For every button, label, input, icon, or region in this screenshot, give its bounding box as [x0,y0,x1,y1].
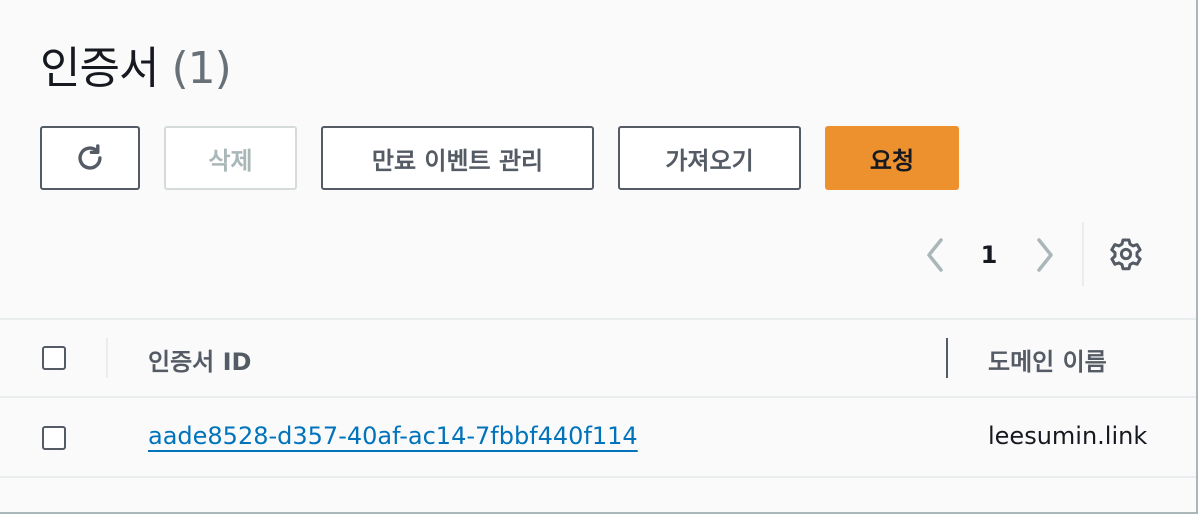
row-divider [0,396,1196,398]
column-separator [106,338,108,378]
table-header-row: 인증서 ID 도메인 이름 [0,320,1196,396]
page-title: 인증서 (1) [40,32,232,96]
column-resize-handle[interactable] [946,338,948,378]
column-header-domain-name[interactable]: 도메인 이름 [988,342,1107,377]
refresh-button[interactable] [40,126,140,190]
chevron-left-icon [920,232,950,278]
request-button[interactable]: 요청 [825,126,959,190]
previous-page-button[interactable] [920,232,950,278]
refresh-icon [73,141,107,175]
manage-expiry-events-button[interactable]: 만료 이벤트 관리 [321,126,594,190]
delete-button[interactable]: 삭제 [164,126,297,190]
row-divider [0,476,1196,478]
import-button[interactable]: 가져오기 [618,126,801,190]
gear-icon [1108,236,1144,272]
certificate-count: (1) [171,43,231,94]
row-select-checkbox[interactable] [42,426,66,450]
select-all-checkbox[interactable] [42,346,66,370]
certificate-id-link[interactable]: aade8528-d357-40af-ac14-7fbbf440f114 [148,422,638,450]
page-title-text: 인증서 [40,43,159,94]
column-header-certificate-id[interactable]: 인증서 ID [148,342,251,377]
pagination-divider [1082,222,1084,286]
domain-name-cell: leesumin.link [988,422,1148,450]
next-page-button[interactable] [1030,232,1060,278]
certificates-panel: 인증서 (1) 삭제 만료 이벤트 관리 가져오기 요청 1 인증서 ID 도메… [0,0,1198,514]
chevron-right-icon [1030,232,1060,278]
current-page-number[interactable]: 1 [968,232,1010,278]
preferences-button[interactable] [1108,236,1144,272]
